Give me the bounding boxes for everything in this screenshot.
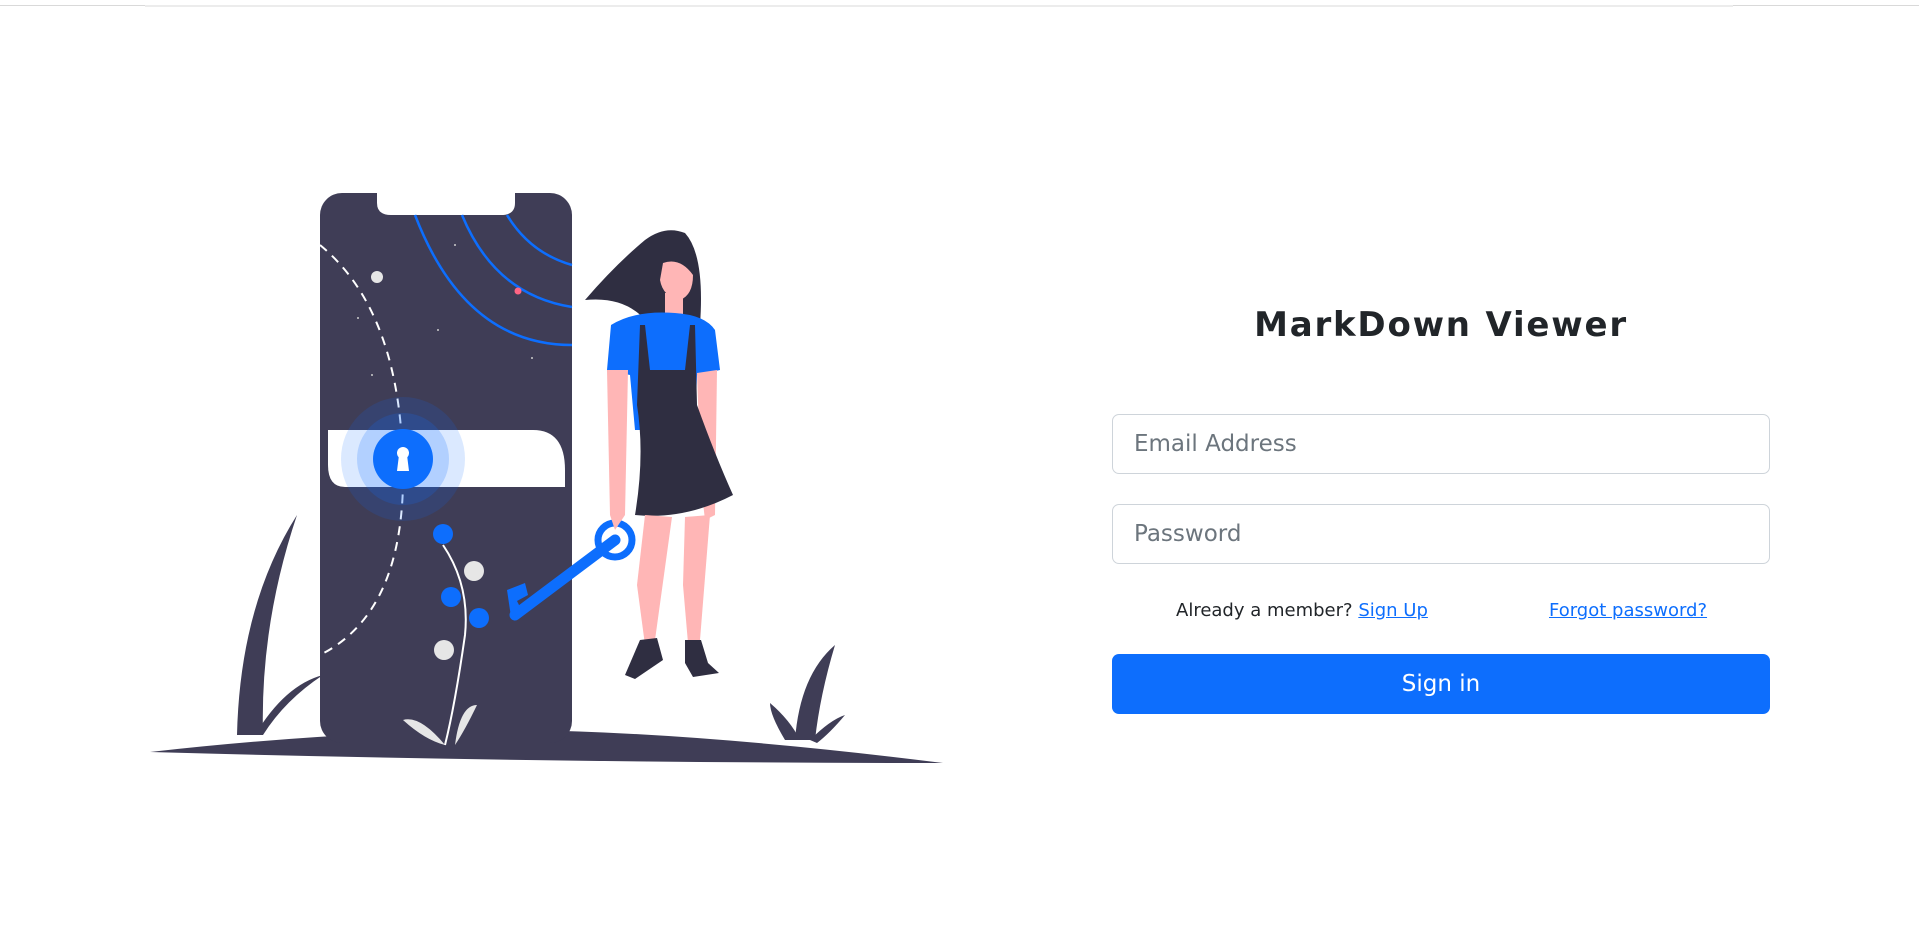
flower-bud-blue-3: [469, 608, 489, 628]
forgot-password-link[interactable]: Forgot password?: [1549, 600, 1707, 621]
sign-up-link[interactable]: Sign Up: [1358, 600, 1428, 621]
star-dot-2: [454, 244, 456, 246]
member-prompt: Already a member? Sign Up: [1176, 600, 1428, 621]
star-dot-pink: [514, 287, 522, 295]
star-dot-4: [437, 329, 439, 331]
star-dot-6: [371, 374, 373, 376]
keyhole-slot: [397, 455, 409, 471]
login-panel: MarkDown Viewer Already a member? Sign U…: [1112, 285, 1770, 735]
flower-bud-white-1: [464, 561, 484, 581]
sign-in-button[interactable]: Sign in: [1112, 654, 1770, 714]
login-illustration: [150, 193, 943, 763]
star-dot-5: [531, 357, 533, 359]
auth-links-row: Already a member? Sign Up Forgot passwor…: [1112, 600, 1770, 630]
page-title: MarkDown Viewer: [1254, 305, 1628, 345]
flower-bud-blue-2: [441, 587, 461, 607]
top-divider: [0, 5, 1919, 7]
flower-bud-blue-1: [433, 524, 453, 544]
member-prompt-text: Already a member?: [1176, 600, 1353, 621]
plant-leaf-small: [255, 675, 323, 735]
star-dot-1: [371, 271, 383, 283]
woman-neck: [665, 293, 683, 315]
woman-leg-right: [683, 515, 710, 643]
woman-shoe-left: [625, 638, 663, 679]
flower-bud-white-2: [434, 640, 454, 660]
top-divider-highlight: [145, 5, 1733, 7]
woman-shoe-right: [685, 640, 719, 677]
right-plant-leaf-left: [770, 703, 800, 740]
password-field[interactable]: [1112, 504, 1770, 564]
woman-leg-left: [637, 515, 672, 645]
woman-arm-left: [607, 370, 628, 530]
phone-notch: [377, 193, 515, 215]
email-field[interactable]: [1112, 414, 1770, 474]
star-dot-3: [357, 317, 359, 319]
